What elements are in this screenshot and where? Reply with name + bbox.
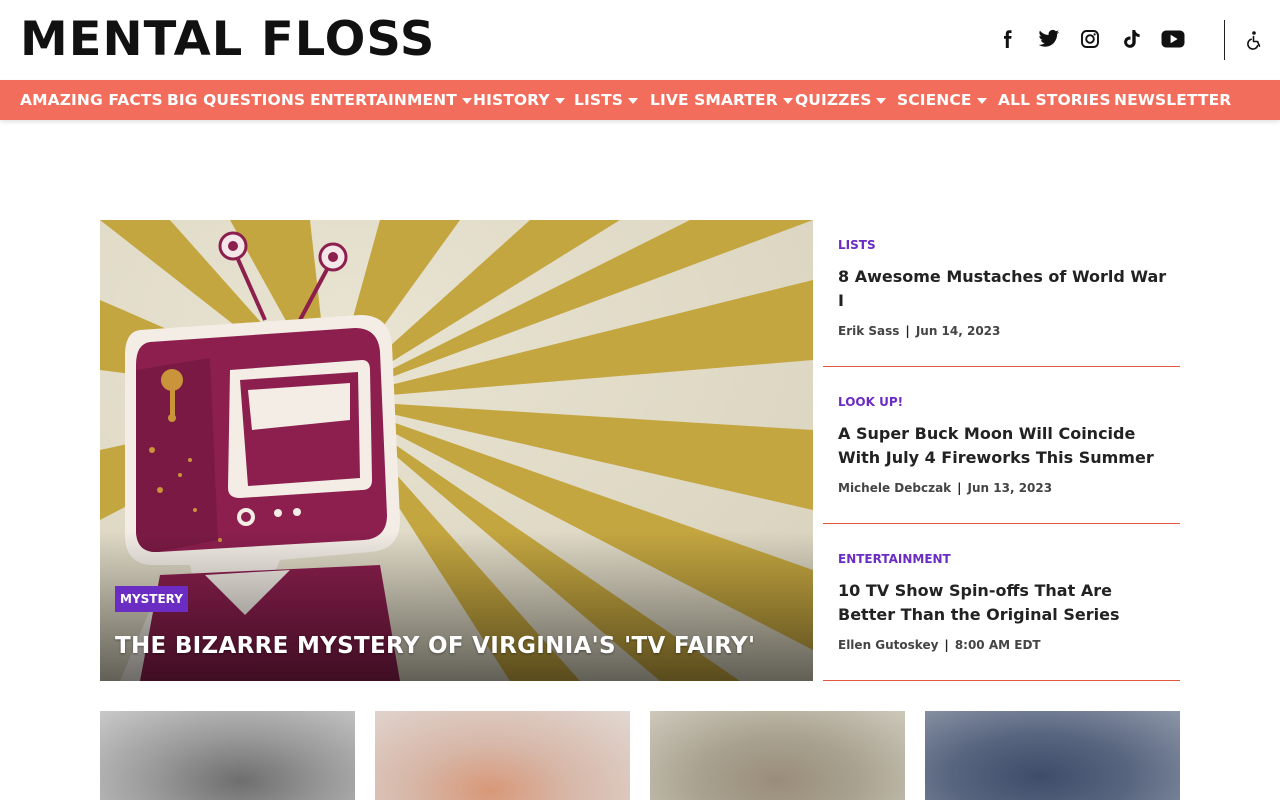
- hero-story[interactable]: MYSTERY THE BIZARRE MYSTERY OF VIRGINIA'…: [100, 220, 813, 681]
- site-logo[interactable]: MENTAL FLOSS: [20, 14, 435, 66]
- story-date: Jun 14, 2023: [915, 324, 1001, 338]
- nav-amazing-facts[interactable]: AMAZING FACTS: [20, 80, 163, 120]
- twitter-icon[interactable]: [1037, 27, 1061, 51]
- story-thumbnail[interactable]: [925, 711, 1180, 800]
- nav-label: ENTERTAINMENT: [310, 91, 457, 109]
- story-category[interactable]: LISTS: [838, 238, 876, 252]
- story-card[interactable]: ENTERTAINMENT 10 TV Show Spin-offs That …: [823, 534, 1180, 681]
- nav-label: ALL STORIES: [998, 91, 1111, 109]
- meta-separator: |: [905, 324, 910, 338]
- story-meta: Erik Sass | Jun 14, 2023: [838, 324, 1000, 338]
- nav-science[interactable]: SCIENCE: [897, 80, 987, 120]
- nav-quizzes[interactable]: QUIZZES: [795, 80, 887, 120]
- story-thumbnail[interactable]: [375, 711, 630, 800]
- caret-down-icon: [782, 97, 793, 104]
- facebook-icon[interactable]: [996, 27, 1020, 51]
- story-author[interactable]: Michele Debczak: [838, 481, 951, 495]
- story-meta: Ellen Gutoskey | 8:00 AM EDT: [838, 638, 1041, 652]
- accessibility-icon[interactable]: [1242, 29, 1264, 51]
- story-category[interactable]: ENTERTAINMENT: [838, 552, 951, 566]
- caret-down-icon: [976, 97, 987, 104]
- story-title[interactable]: A Super Buck Moon Will Coincide With Jul…: [838, 422, 1173, 470]
- story-card[interactable]: LOOK UP! A Super Buck Moon Will Coincide…: [823, 377, 1180, 524]
- tiktok-icon[interactable]: [1120, 27, 1144, 51]
- nav-history[interactable]: HISTORY: [473, 80, 565, 120]
- nav-entertainment[interactable]: ENTERTAINMENT: [310, 80, 472, 120]
- site-header: MENTAL FLOSS: [0, 0, 1280, 80]
- meta-separator: |: [944, 638, 949, 652]
- header-divider: [1224, 20, 1225, 60]
- nav-newsletter[interactable]: NEWSLETTER: [1114, 80, 1231, 120]
- story-author[interactable]: Ellen Gutoskey: [838, 638, 938, 652]
- meta-separator: |: [957, 481, 962, 495]
- hero-title[interactable]: THE BIZARRE MYSTERY OF VIRGINIA'S 'TV FA…: [115, 630, 755, 662]
- story-thumbnail[interactable]: [650, 711, 905, 800]
- nav-label: HISTORY: [473, 91, 550, 109]
- story-category[interactable]: LOOK UP!: [838, 395, 903, 409]
- nav-label: LISTS: [574, 91, 624, 109]
- story-thumbnail[interactable]: [100, 711, 355, 800]
- nav-label: BIG QUESTIONS: [167, 91, 306, 109]
- story-meta: Michele Debczak | Jun 13, 2023: [838, 481, 1052, 495]
- nav-lists[interactable]: LISTS: [574, 80, 639, 120]
- nav-big-questions[interactable]: BIG QUESTIONS: [167, 80, 305, 120]
- nav-all-stories[interactable]: ALL STORIES: [998, 80, 1111, 120]
- hero-category-badge[interactable]: MYSTERY: [115, 586, 188, 612]
- instagram-icon[interactable]: [1078, 27, 1102, 51]
- nav-label: SCIENCE: [897, 91, 972, 109]
- story-title[interactable]: 10 TV Show Spin-offs That Are Better Tha…: [838, 579, 1173, 627]
- nav-label: QUIZZES: [795, 91, 872, 109]
- caret-down-icon: [628, 97, 639, 104]
- story-date: Jun 13, 2023: [967, 481, 1053, 495]
- main-nav: AMAZING FACTS BIG QUESTIONS ENTERTAINMEN…: [0, 80, 1280, 120]
- nav-label: NEWSLETTER: [1114, 91, 1232, 109]
- caret-down-icon: [554, 97, 565, 104]
- story-author[interactable]: Erik Sass: [838, 324, 899, 338]
- nav-label: AMAZING FACTS: [20, 91, 163, 109]
- caret-down-icon: [876, 97, 887, 104]
- story-title[interactable]: 8 Awesome Mustaches of World War I: [838, 265, 1173, 313]
- nav-label: LIVE SMARTER: [650, 91, 778, 109]
- caret-down-icon: [461, 97, 472, 104]
- story-card[interactable]: LISTS 8 Awesome Mustaches of World War I…: [823, 220, 1180, 367]
- story-date: 8:00 AM EDT: [954, 638, 1041, 652]
- nav-live-smarter[interactable]: LIVE SMARTER: [650, 80, 793, 120]
- youtube-icon[interactable]: [1161, 27, 1185, 51]
